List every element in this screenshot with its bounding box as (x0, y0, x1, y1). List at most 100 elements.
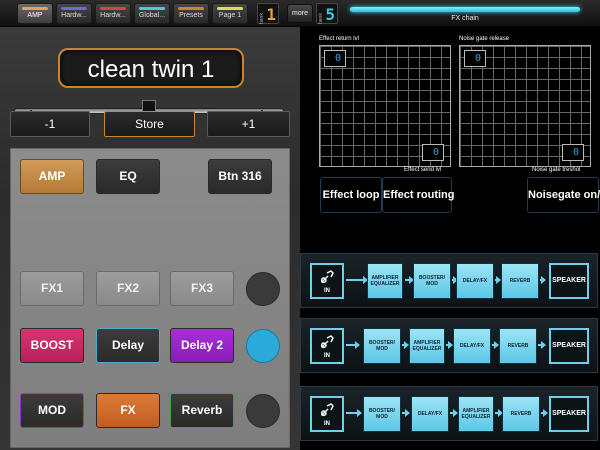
chain-block: AMPLIFIER EQUALIZER (409, 328, 445, 364)
effect-routing-button[interactable]: Effect routing (382, 177, 455, 213)
chain-block-label: IN (324, 353, 330, 359)
chain-block: AMPLIFIER EQUALIZER (367, 263, 403, 299)
chain-block: BOOSTER/ MOD (363, 328, 401, 364)
effect-send-value: 0 (422, 144, 444, 161)
fx2-button[interactable]: FX2 (96, 271, 160, 306)
guitar-icon (320, 270, 334, 284)
guitar-icon (320, 403, 334, 417)
button-grid: AMP EQ Btn 316 FX1 FX2 FX3 BOOST Delay D… (10, 148, 290, 448)
fx-chain-tab[interactable]: FX chain (346, 4, 584, 24)
chain-arrow-icon (346, 276, 368, 284)
chain-block-label: IN (324, 288, 330, 294)
tab-label: AMP (27, 12, 43, 19)
chain-arrow-icon (495, 276, 501, 284)
chain-block: DELAY/FX (456, 263, 494, 299)
bank-label: bank (259, 13, 265, 24)
chain-block: REVERB (502, 396, 540, 432)
chain-arrow-icon (446, 341, 453, 349)
store-button[interactable]: Store (104, 111, 195, 137)
fx3-button[interactable]: FX3 (170, 271, 234, 306)
noise-gate-release-value: 0 (464, 50, 486, 67)
toggle-led-off[interactable] (246, 394, 280, 428)
tab-label: Hardw... (61, 12, 87, 19)
chain-arrow-icon (495, 409, 503, 417)
chain-speaker-block: SPEAKER (549, 328, 589, 364)
noise-gate-threshold-value: 0 (562, 144, 584, 161)
preset-panel: clean twin 1 -1 Store +1 AMP EQ Btn 316 … (0, 27, 300, 450)
pad2-top-label: Noise gate release (459, 36, 510, 42)
boost-button[interactable]: BOOST (20, 328, 84, 363)
chain-block: BOOSTER/ MOD (413, 263, 451, 299)
preset-name-text: clean twin 1 (87, 56, 215, 83)
chain-arrow-icon (402, 341, 409, 349)
tab-label: Global... (138, 12, 166, 19)
chain-arrow-icon (492, 341, 499, 349)
chain-arrow-icon (540, 276, 546, 284)
tab-label: Hardw... (100, 12, 126, 19)
tab-global[interactable]: Global... (134, 3, 170, 24)
top-tab-bar: AMP Hardw... Hardw... Global... Presets … (0, 0, 600, 27)
delay-button[interactable]: Delay (96, 328, 160, 363)
previous-preset-button[interactable]: -1 (10, 111, 90, 137)
tab-label: Presets (179, 12, 203, 19)
chain-arrow-icon (346, 409, 362, 417)
pad1-top-label: Effect return lvl (319, 36, 359, 42)
bank-indicator-1[interactable]: bank 1 (257, 3, 279, 24)
chain-block: REVERB (499, 328, 537, 364)
delay-2-button[interactable]: Delay 2 (170, 328, 234, 363)
preset-name-display[interactable]: clean twin 1 (58, 48, 244, 88)
fx-chain-label: FX chain (451, 15, 479, 22)
effect-return-send-xy-pad[interactable]: 0 0 (319, 45, 451, 167)
fx-chain-indicator (350, 7, 580, 12)
chain-arrow-icon (538, 341, 546, 349)
chain-speaker-block: SPEAKER (549, 263, 589, 299)
eq-button[interactable]: EQ (96, 159, 160, 194)
chain-block: DELAY/FX (411, 396, 449, 432)
next-preset-button[interactable]: +1 (207, 111, 290, 137)
chain-arrow-icon (405, 276, 414, 284)
fx1-button[interactable]: FX1 (20, 271, 84, 306)
more-button[interactable]: more (287, 4, 313, 23)
fx-chain-option-2[interactable]: IN BOOSTER/ MOD AMPLIFIER EQUALIZER DELA… (300, 318, 598, 373)
noisegate-toggle-button[interactable]: Noisegate on/off (527, 177, 600, 213)
mod-button[interactable]: MOD (20, 393, 84, 428)
bank-number: 5 (325, 5, 335, 24)
fx-button[interactable]: FX (96, 393, 160, 428)
btn-316-button[interactable]: Btn 316 (208, 159, 272, 194)
chain-block: BOOSTER/ MOD (363, 396, 401, 432)
guitar-icon (320, 335, 334, 349)
amp-button[interactable]: AMP (20, 159, 84, 194)
tab-amp[interactable]: AMP (17, 3, 53, 24)
chain-arrow-icon (541, 409, 548, 417)
chain-arrow-icon (346, 341, 360, 349)
chain-block-label: IN (324, 421, 330, 427)
effect-loop-button[interactable]: Effect loop (320, 177, 382, 213)
chain-block: REVERB (501, 263, 539, 299)
noise-gate-xy-pad[interactable]: 0 0 (459, 45, 591, 167)
tab-label: Page 1 (218, 12, 242, 19)
chain-arrow-icon (450, 409, 458, 417)
pad2-bottom-label: Noise gate treshol (532, 167, 581, 173)
chain-arrow-icon (402, 409, 410, 417)
tab-hardware-2[interactable]: Hardw... (95, 3, 131, 24)
chain-input-block: IN (310, 328, 344, 364)
toggle-led-off[interactable] (246, 272, 280, 306)
effect-return-value: 0 (324, 50, 346, 67)
chain-input-block: IN (310, 263, 344, 299)
tab-page-1[interactable]: Page 1 (212, 3, 248, 24)
chain-block: AMPLIFIER EQUALIZER (458, 396, 494, 432)
chain-speaker-block: SPEAKER (549, 396, 589, 432)
chain-arrow-icon (452, 276, 458, 284)
fx-chain-option-3[interactable]: IN BOOSTER/ MOD DELAY/FX AMPLIFIER EQUAL… (300, 386, 598, 441)
tab-presets[interactable]: Presets (173, 3, 209, 24)
reverb-button[interactable]: Reverb (170, 393, 234, 428)
bank-number: 1 (266, 5, 276, 24)
bank-indicator-2[interactable]: bank 5 (316, 3, 338, 24)
chain-input-block: IN (310, 396, 344, 432)
toggle-led-on[interactable] (246, 329, 280, 363)
tab-hardware-1[interactable]: Hardw... (56, 3, 92, 24)
fx-chain-option-1[interactable]: IN AMPLIFIER EQUALIZER BOOSTER/ MOD DELA… (300, 253, 598, 308)
chain-block: DELAY/FX (453, 328, 491, 364)
pad1-bottom-label: Effect send lvl (404, 167, 442, 173)
bank-label: bank (318, 13, 324, 24)
